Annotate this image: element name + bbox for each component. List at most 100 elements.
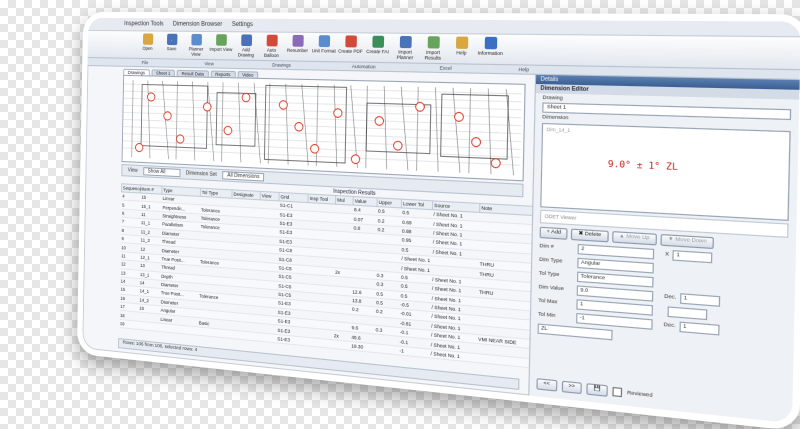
drawing-line <box>333 85 339 167</box>
save-icon[interactable]: 💾 <box>586 383 609 397</box>
field-side-input[interactable]: 1 <box>672 250 713 264</box>
field-side-input[interactable]: 1 <box>679 293 721 307</box>
drawing-hatch <box>123 141 521 158</box>
add-drawing-icon <box>240 34 252 47</box>
field-label: Dim # <box>539 243 554 251</box>
stage: Inspection Tools Dimension Browser Setti… <box>0 0 800 429</box>
dimension-balloon <box>375 116 384 125</box>
drawing-viewer[interactable] <box>121 74 526 182</box>
ribbon-button-label: Renumber <box>286 47 309 54</box>
ribbon-group-label: Automation <box>351 63 376 70</box>
ribbon-button[interactable]: Import Planner <box>392 34 418 61</box>
format-icon <box>318 35 330 48</box>
ribbon-group-label: File <box>141 59 149 66</box>
ribbon-button[interactable]: Import Results <box>420 34 447 61</box>
field-input[interactable]: Angular <box>577 257 654 274</box>
field-label: Tol Max <box>538 298 558 306</box>
ribbon-button-label: Auto Balloon <box>263 47 279 59</box>
add-button[interactable]: + Add <box>539 226 569 240</box>
ribbon-button[interactable]: Planner View <box>185 32 208 57</box>
next-button[interactable]: >> <box>561 380 583 395</box>
drawing-canvas[interactable] <box>123 76 523 180</box>
ribbon-button-label: Import Planner <box>396 49 414 61</box>
table-cell <box>138 321 160 332</box>
ribbon-button-label: Save <box>166 46 177 52</box>
ribbon-button[interactable]: Unit Format <box>311 33 336 54</box>
dimension-balloon <box>454 112 463 121</box>
planner-icon <box>190 33 202 46</box>
drawing-line <box>237 83 242 163</box>
dimension-balloon <box>176 135 184 144</box>
dimension-balloon <box>242 93 250 102</box>
drawing-line <box>383 86 389 169</box>
ribbon-group-label: Help <box>518 66 530 73</box>
view-select[interactable]: Show All <box>143 167 181 178</box>
field-side-input[interactable]: 1 <box>679 321 720 336</box>
ribbon-button-label: Import View <box>209 46 233 53</box>
app-window: Inspection Tools Dimension Browser Setti… <box>76 11 800 429</box>
drawing-line <box>366 86 368 169</box>
preview-corner: Dim_14_1 <box>546 126 571 134</box>
ribbon-button[interactable]: Auto Balloon <box>260 32 284 58</box>
info-icon <box>484 36 497 50</box>
menu-item[interactable]: Settings <box>232 22 253 28</box>
ribbon-button[interactable]: Add Drawing <box>234 32 258 58</box>
ribbon-button-label: Create PDF <box>338 48 363 55</box>
dimset-select[interactable]: All Dimensions <box>222 171 265 182</box>
drawing-line <box>146 81 151 159</box>
dimension-balloon <box>334 109 342 118</box>
table-cell: 19 <box>118 319 139 330</box>
dimension-preview: Dim_14_1 9.0° ± 1° ZL <box>540 122 791 221</box>
field-input[interactable]: Tolerance <box>576 271 654 288</box>
ribbon-button[interactable]: Create FAI <box>365 33 391 54</box>
ribbon-button[interactable]: Information <box>477 34 504 56</box>
ribbon-button-label: Unit Format <box>311 47 336 54</box>
field-side-input[interactable] <box>667 306 708 321</box>
table-cell: 19.30 <box>350 341 375 353</box>
editor-footer: << >> 💾 Reviewed <box>536 378 784 415</box>
balloon-icon <box>266 34 278 47</box>
ribbon-button[interactable]: Import View <box>209 32 232 52</box>
move-down-button[interactable]: ▼ Move Down <box>660 233 715 250</box>
drawing-line <box>504 89 515 175</box>
menu-item[interactable]: Inspection Tools <box>124 21 164 27</box>
drawing-hatch <box>123 148 521 166</box>
move-up-button[interactable]: ▲ Move Up <box>611 231 657 246</box>
reviewed-checkbox[interactable] <box>612 386 623 398</box>
dimension-balloon <box>311 144 319 153</box>
delete-button[interactable]: ✖ Delete <box>571 228 609 243</box>
ribbon-button-label: Add Drawing <box>237 47 254 58</box>
previous-button[interactable]: << <box>536 378 557 392</box>
drawing-line <box>469 88 471 173</box>
ribbon-group-label: View <box>204 61 214 67</box>
renumber-icon <box>291 34 304 47</box>
ribbon-button[interactable]: Help <box>448 34 475 56</box>
drawing-line <box>132 80 133 157</box>
field-input[interactable]: 2 <box>577 243 655 260</box>
drawing-line <box>399 87 409 171</box>
pdf-icon <box>344 35 357 48</box>
view-label: View <box>127 167 138 174</box>
field-label: Dim Value <box>538 284 564 293</box>
ribbon-button[interactable]: Renumber <box>285 33 309 54</box>
dimension-editor-panel: Details Dimension Editor Drawing Sheet 1… <box>528 74 800 424</box>
drawing-line <box>253 83 262 163</box>
dimension-balloon <box>135 143 142 151</box>
ribbon-button[interactable]: Create PDF <box>338 33 363 54</box>
help-icon <box>455 36 468 49</box>
table-cell <box>197 326 230 339</box>
menu-item[interactable]: Dimension Browser <box>173 21 222 28</box>
import-icon <box>215 34 227 46</box>
ribbon-button-label: Create FAI <box>366 48 389 55</box>
drawing-line <box>451 88 462 173</box>
ribbon-button[interactable]: Open <box>136 31 158 51</box>
field-side-label: Dec. <box>663 322 676 330</box>
zone-field[interactable]: ZL <box>537 323 613 341</box>
field-label: Dim Type <box>539 257 563 265</box>
drawing-outline <box>441 94 509 159</box>
reviewed-label: Reviewed <box>627 390 653 399</box>
table-cell: -1 <box>398 345 430 359</box>
ribbon-button[interactable]: Save <box>160 32 183 52</box>
drawing-outline <box>264 85 346 163</box>
ribbon-group-label: Drawings <box>272 62 291 68</box>
